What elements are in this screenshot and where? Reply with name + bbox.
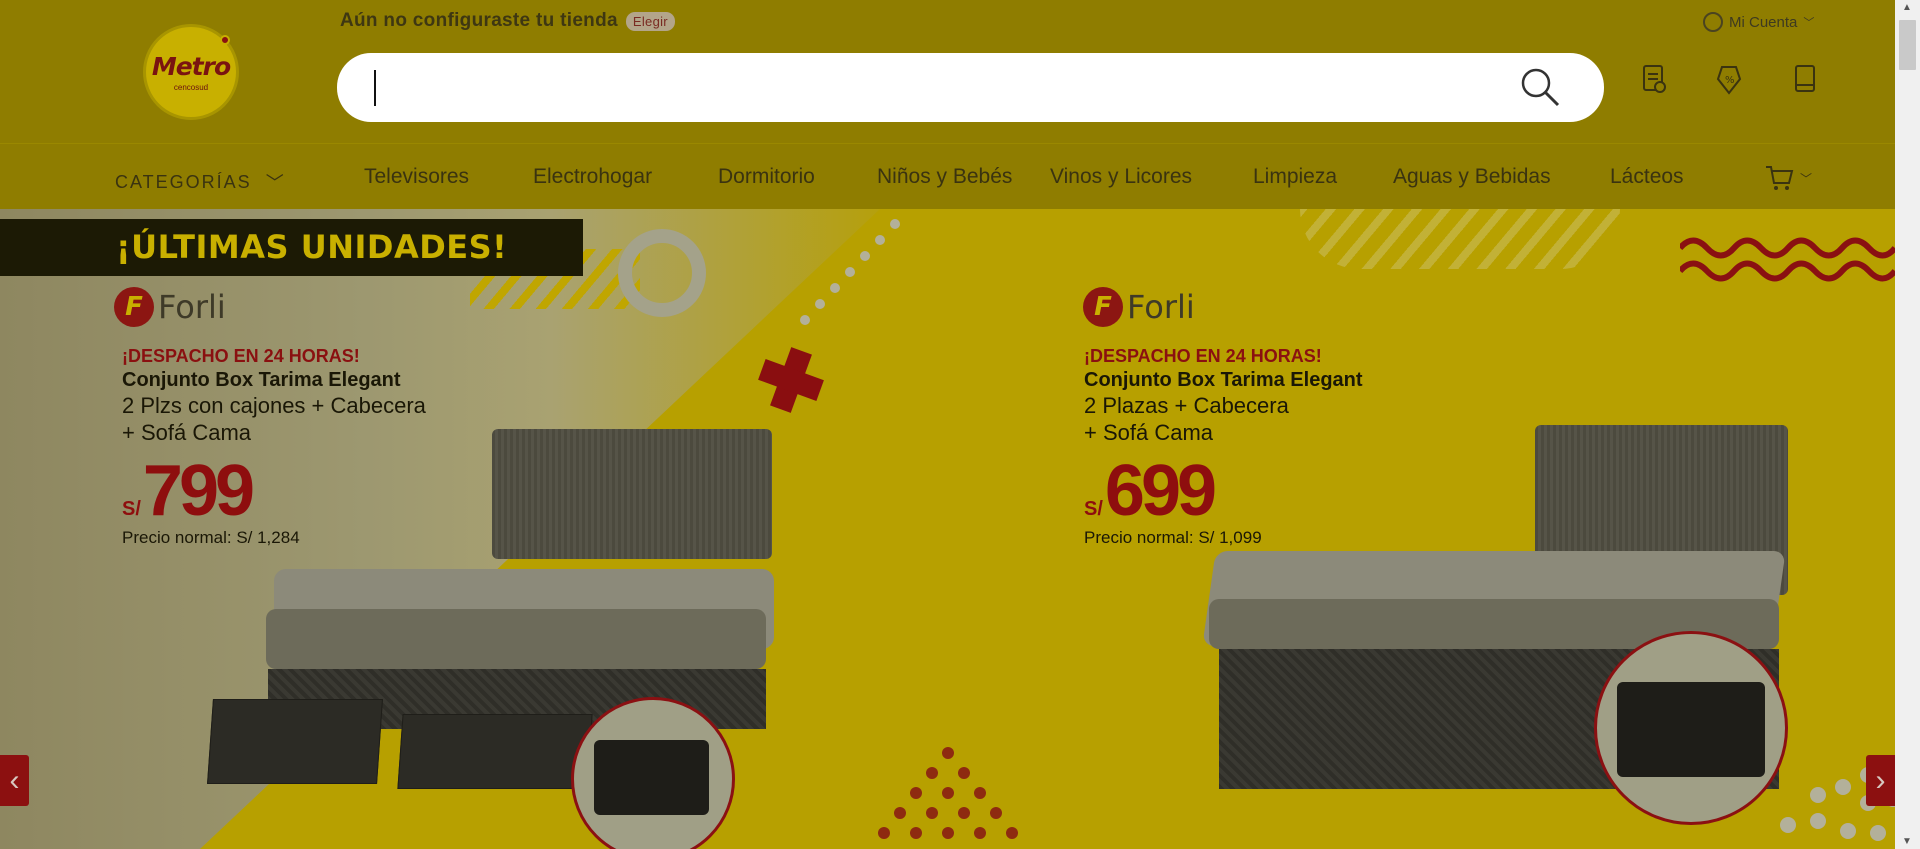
account-label: Mi Cuenta [1729, 13, 1798, 31]
currency: S/ [1084, 498, 1103, 520]
nav-item-dormitorio[interactable]: Dormitorio [718, 165, 815, 189]
sofa-bed-thumbnail [1594, 631, 1788, 825]
nav-item-televisores[interactable]: Televisores [364, 165, 469, 189]
nav-item-vinos-licores[interactable]: Vinos y Licores [1050, 165, 1192, 189]
sofa-bed-thumbnail [571, 697, 735, 849]
currency: S/ [122, 498, 141, 520]
product-detail: 2 Plzs con cajones + Cabecera [122, 393, 426, 418]
user-icon [1703, 12, 1723, 32]
promo-price: S/ 699 [1084, 450, 1363, 532]
list-icon[interactable] [1790, 62, 1820, 96]
hero-banner[interactable]: ¡ÚLTIMAS UNIDADES! F Forli ¡DESPACHO EN … [0, 209, 1895, 849]
chevron-down-icon: ﹀ [1803, 17, 1815, 29]
nav-item-electrohogar[interactable]: Electrohogar [533, 165, 652, 189]
nav-item-limpieza[interactable]: Limpieza [1253, 165, 1337, 189]
product-detail: 2 Plazas + Cabecera [1084, 393, 1289, 418]
nav-item-aguas-bebidas[interactable]: Aguas y Bebidas [1393, 165, 1551, 189]
choose-store-button[interactable]: Elegir [625, 11, 675, 31]
product-detail: + Sofá Cama [1084, 420, 1214, 445]
product-name: Conjunto Box Tarima Elegant [122, 369, 401, 391]
categories-label: CATEGORÍAS [115, 171, 252, 192]
price-amount: 799 [142, 451, 255, 531]
drawer [207, 699, 383, 784]
nav-item-lacteos[interactable]: Lácteos [1610, 165, 1684, 189]
forli-icon: F [1083, 287, 1123, 327]
category-nav: CATEGORÍAS ﹀ Televisores Electrohogar Do… [0, 143, 1895, 209]
nav-item-ninos-bebes[interactable]: Niños y Bebés [877, 165, 1012, 189]
search-bar[interactable] [337, 53, 1604, 122]
carousel-next-button[interactable]: › [1866, 755, 1895, 806]
forli-icon: F [114, 287, 154, 327]
page-scrollbar[interactable]: ▲ ▼ [1895, 0, 1920, 849]
store-message: Aún no configuraste tu tienda [340, 10, 618, 31]
mattress [266, 609, 766, 669]
decorative-stripes [1300, 209, 1620, 269]
promo-left: ¡DESPACHO EN 24 HORAS! Conjunto Box Tari… [122, 346, 426, 548]
categories-menu[interactable]: CATEGORÍAS ﹀ [115, 169, 286, 195]
metro-logo[interactable]: Metro cencosud [143, 24, 239, 120]
price-amount: 699 [1104, 451, 1217, 531]
orders-icon[interactable] [1638, 62, 1668, 96]
text-caret [374, 70, 376, 106]
sofa-bed [1617, 682, 1765, 777]
cart-button[interactable]: ﹀ [1764, 164, 1812, 192]
drawer [397, 714, 593, 789]
brand-logo: F Forli [1083, 287, 1195, 327]
brand-name: Forli [158, 288, 226, 326]
coupons-icon[interactable]: % [1714, 62, 1744, 96]
site-header: Metro cencosud Aún no configuraste tu ti… [0, 0, 1895, 143]
store-selector: Aún no configuraste tu tienda Elegir [340, 10, 675, 32]
headboard [492, 429, 772, 559]
carousel-prev-button[interactable]: ‹ [0, 755, 29, 806]
logo-subtext: cencosud [173, 83, 209, 92]
decorative-waves [1680, 237, 1895, 282]
normal-price: Precio normal: S/ 1,099 [1084, 528, 1262, 547]
chevron-down-icon: ﹀ [1800, 171, 1813, 186]
normal-price: Precio normal: S/ 1,284 [122, 528, 300, 547]
logo-dot [220, 35, 230, 45]
decorative-cross [751, 340, 830, 419]
scroll-up-icon[interactable]: ▲ [1902, 2, 1912, 13]
sofa-bed [594, 740, 709, 815]
promo-right: ¡DESPACHO EN 24 HORAS! Conjunto Box Tari… [1084, 346, 1363, 548]
shipping-note: ¡DESPACHO EN 24 HORAS! [1084, 346, 1322, 366]
header-icons: % [1638, 62, 1820, 96]
search-icon[interactable] [1520, 67, 1560, 107]
brand-logo: F Forli [114, 287, 226, 327]
cart-icon [1766, 166, 1794, 190]
scroll-down-icon[interactable]: ▼ [1902, 836, 1912, 847]
chevron-down-icon: ﹀ [265, 173, 286, 193]
brand-name: Forli [1127, 288, 1195, 326]
product-detail: + Sofá Cama [122, 420, 252, 445]
svg-text:%: % [1725, 75, 1735, 86]
banner-headline: ¡ÚLTIMAS UNIDADES! [0, 219, 583, 276]
decorative-ring [618, 229, 706, 317]
shipping-note: ¡DESPACHO EN 24 HORAS! [122, 346, 360, 366]
logo-text: Metro [151, 52, 231, 81]
account-menu[interactable]: Mi Cuenta ﹀ [1703, 12, 1814, 32]
scrollbar-thumb[interactable] [1899, 20, 1916, 70]
promo-price: S/ 799 [122, 450, 426, 532]
product-name: Conjunto Box Tarima Elegant [1084, 369, 1363, 391]
